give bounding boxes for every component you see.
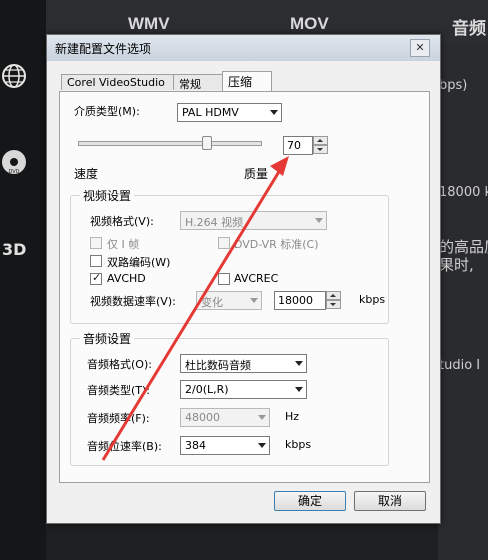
ok-button[interactable]: 确定: [274, 491, 346, 511]
chevron-down-icon: [295, 361, 303, 366]
audio-bitrate-label: 音频位速率(B):: [87, 440, 162, 453]
dvdvr-label: DVD-VR 标准(C): [234, 238, 319, 251]
audio-type-select[interactable]: 2/0(L,R): [180, 380, 307, 399]
chevron-down-icon: [295, 387, 303, 392]
avchd-radio[interactable]: [90, 271, 102, 285]
compression-panel: 介质类型(M): PAL HDMV 70 速度 质量 视频设置 视频格式(V):…: [59, 91, 430, 483]
video-bitrate-spinner[interactable]: [326, 291, 341, 310]
media-type-select[interactable]: PAL HDMV: [177, 103, 282, 122]
chevron-down-icon: [250, 298, 258, 303]
speed-label: 速度: [74, 167, 99, 181]
dialog-titlebar: 新建配置文件选项 ✕: [47, 35, 440, 61]
video-bitrate-input[interactable]: 18000: [274, 291, 326, 310]
media-type-value: PAL HDMV: [182, 106, 239, 119]
format-tab-audio[interactable]: 音频: [452, 14, 486, 39]
quality-spinner[interactable]: [313, 136, 328, 155]
globe-icon[interactable]: [0, 62, 28, 90]
tab-compression[interactable]: 压缩: [222, 71, 272, 92]
avcrec-label: AVCREC: [234, 272, 279, 285]
dialog-title: 新建配置文件选项: [55, 42, 152, 56]
video-format-value: H.264 视频: [185, 216, 244, 229]
audio-format-select[interactable]: 杜比数码音频: [180, 354, 307, 373]
audio-frequency-value: 48000: [185, 411, 220, 424]
spinner-down-icon[interactable]: [313, 145, 328, 154]
audio-format-label: 音频格式(O):: [87, 358, 152, 371]
chevron-down-icon: [270, 110, 278, 115]
video-bitrate-mode-select[interactable]: 变化: [196, 291, 262, 310]
avchd-label: AVCHD: [107, 272, 146, 285]
spinner-up-icon[interactable]: [313, 136, 328, 145]
audio-settings-title: 音频设置: [80, 330, 135, 347]
cancel-button[interactable]: 取消: [354, 491, 426, 511]
format-tab-mov[interactable]: MOV: [290, 14, 329, 34]
audio-frequency-unit: Hz: [285, 410, 300, 423]
avcrec-radio[interactable]: [218, 273, 230, 285]
info-text-result: 果时,: [439, 256, 474, 274]
iframe-only-label: 仅 I 帧: [107, 238, 140, 251]
audio-bitrate-select[interactable]: 384: [180, 436, 270, 455]
quality-slider-track[interactable]: [78, 141, 262, 146]
svg-text:DVD: DVD: [8, 169, 19, 175]
video-format-select[interactable]: H.264 视频: [180, 211, 327, 230]
tab-general[interactable]: 常规: [173, 74, 223, 91]
info-text-bps: bps): [439, 78, 468, 93]
chevron-down-icon: [258, 415, 266, 420]
audio-type-value: 2/0(L,R): [185, 383, 229, 396]
dual-pass-label: 双路编码(W): [107, 256, 171, 269]
tab-corel-videostudio[interactable]: Corel VideoStudio: [61, 74, 174, 90]
video-bitrate-label: 视频数据速率(V):: [90, 295, 176, 308]
profile-options-dialog: 新建配置文件选项 ✕ Corel VideoStudio 常规 压缩 介质类型(…: [46, 34, 441, 524]
video-bitrate-unit: kbps: [359, 293, 386, 306]
video-settings-title: 视频设置: [80, 187, 135, 204]
audio-frequency-label: 音频频率(F):: [87, 412, 150, 425]
quality-slider-thumb[interactable]: [202, 136, 212, 150]
audio-frequency-select[interactable]: 48000: [180, 408, 270, 427]
3d-icon[interactable]: 3D: [0, 234, 28, 262]
svg-text:3D: 3D: [2, 240, 26, 259]
audio-type-label: 音频类型(T):: [87, 384, 151, 397]
chevron-down-icon: [315, 218, 323, 223]
video-bitrate-mode-value: 变化: [201, 296, 223, 309]
info-panel: [438, 44, 488, 560]
media-type-label: 介质类型(M):: [74, 105, 140, 118]
close-button[interactable]: ✕: [410, 39, 430, 57]
audio-bitrate-value: 384: [185, 439, 206, 452]
audio-format-value: 杜比数码音频: [185, 359, 251, 372]
dvd-icon[interactable]: DVD: [0, 148, 28, 176]
spinner-down-icon[interactable]: [326, 300, 341, 309]
quality-label: 质量: [244, 167, 269, 181]
chevron-down-icon: [258, 443, 266, 448]
spinner-up-icon[interactable]: [326, 291, 341, 300]
info-text-studio: tudio I: [439, 358, 481, 373]
info-text-bitrate: 18000 k: [439, 185, 488, 200]
audio-bitrate-unit: kbps: [285, 438, 312, 451]
iframe-only-checkbox[interactable]: [90, 237, 102, 249]
video-format-label: 视频格式(V):: [90, 215, 154, 228]
format-tab-wmv[interactable]: WMV: [128, 14, 170, 34]
dual-pass-checkbox[interactable]: [90, 255, 102, 267]
quality-input[interactable]: 70: [283, 136, 313, 155]
dvdvr-checkbox[interactable]: [218, 237, 230, 249]
